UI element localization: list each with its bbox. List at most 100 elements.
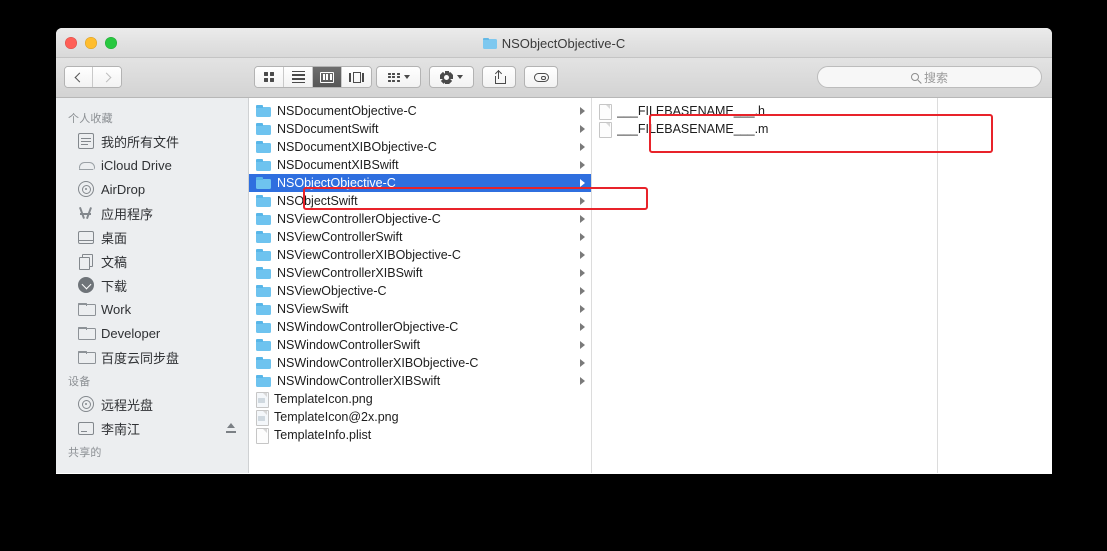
sidebar-item-label: AirDrop xyxy=(101,181,146,197)
folder-icon xyxy=(256,195,271,207)
tags-button[interactable] xyxy=(524,66,558,88)
disclosure-triangle-icon[interactable] xyxy=(580,341,585,349)
disclosure-triangle-icon[interactable] xyxy=(580,125,585,133)
window-title: NSObjectObjective-C xyxy=(56,28,1052,58)
column-view-icon xyxy=(320,71,334,83)
finder-row[interactable]: NSViewControllerObjective-C xyxy=(249,210,591,228)
sidebar-item-Work[interactable]: Work xyxy=(56,297,248,321)
column-view-button[interactable] xyxy=(313,67,342,87)
sidebar-item-下载[interactable]: 下载 xyxy=(56,273,248,297)
finder-row[interactable]: ___FILEBASENAME___.m xyxy=(592,120,937,138)
gallery-view-icon xyxy=(349,71,364,83)
sidebar-item-我的所有文件[interactable]: 我的所有文件 xyxy=(56,129,248,153)
finder-row[interactable]: NSWindowControllerXIBSwift xyxy=(249,372,591,390)
sidebar[interactable]: 个人收藏 我的所有文件 iCloud Drive AirDrop 应用程序 桌面 文稿 下载 W… xyxy=(56,98,249,473)
finder-row[interactable]: NSDocumentObjective-C xyxy=(249,102,591,120)
sidebar-item-label: 百度云同步盘 xyxy=(101,350,180,366)
finder-row-selected[interactable]: NSObjectObjective-C xyxy=(249,174,591,192)
navigation-buttons xyxy=(64,66,122,88)
finder-body: 个人收藏 我的所有文件 iCloud Drive AirDrop 应用程序 桌面 文稿 下载 W… xyxy=(56,98,1052,473)
sidebar-item-百度云同步盘[interactable]: 百度云同步盘 xyxy=(56,345,248,369)
finder-row[interactable]: TemplateIcon.png xyxy=(249,390,591,408)
folder-icon xyxy=(482,37,497,49)
disclosure-triangle-icon[interactable] xyxy=(580,179,585,187)
optical-disc-icon xyxy=(78,396,94,412)
finder-row[interactable]: NSViewControllerXIBObjective-C xyxy=(249,246,591,264)
folder-icon xyxy=(256,213,271,225)
disclosure-triangle-icon[interactable] xyxy=(580,359,585,367)
sidebar-item-Developer[interactable]: Developer xyxy=(56,321,248,345)
disclosure-triangle-icon[interactable] xyxy=(580,107,585,115)
chevron-down-icon xyxy=(403,75,410,79)
sidebar-item-远程光盘[interactable]: 远程光盘 xyxy=(56,392,248,416)
disclosure-triangle-icon[interactable] xyxy=(580,161,585,169)
search-input[interactable]: 搜索 xyxy=(817,66,1042,88)
hard-disk-icon xyxy=(78,422,94,435)
document-file-icon xyxy=(599,104,612,120)
arrange-button[interactable] xyxy=(376,66,421,88)
list-view-button[interactable] xyxy=(284,67,313,87)
finder-row-label: ___FILEBASENAME___.m xyxy=(617,122,769,136)
sidebar-item-文稿[interactable]: 文稿 xyxy=(56,249,248,273)
disclosure-triangle-icon[interactable] xyxy=(580,377,585,385)
disclosure-triangle-icon[interactable] xyxy=(580,197,585,205)
back-button[interactable] xyxy=(65,67,93,87)
icon-view-button[interactable] xyxy=(255,67,284,87)
disclosure-triangle-icon[interactable] xyxy=(580,287,585,295)
finder-row[interactable]: NSDocumentXIBSwift xyxy=(249,156,591,174)
disclosure-triangle-icon[interactable] xyxy=(580,323,585,331)
finder-row[interactable]: NSDocumentXIBObjective-C xyxy=(249,138,591,156)
sidebar-item-iCloud Drive[interactable]: iCloud Drive xyxy=(56,153,248,177)
eject-icon[interactable] xyxy=(226,423,236,433)
finder-row[interactable]: TemplateInfo.plist xyxy=(249,426,591,444)
sidebar-item-桌面[interactable]: 桌面 xyxy=(56,225,248,249)
forward-button[interactable] xyxy=(93,67,121,87)
finder-row-label: NSWindowControllerXIBObjective-C xyxy=(277,356,479,370)
disclosure-triangle-icon[interactable] xyxy=(580,143,585,151)
document-file-icon xyxy=(256,428,269,444)
image-file-icon xyxy=(256,392,269,408)
finder-row[interactable]: NSViewControllerXIBSwift xyxy=(249,264,591,282)
image-file-icon xyxy=(256,410,269,426)
finder-row[interactable]: ___FILEBASENAME___.h xyxy=(592,102,937,120)
gallery-view-button[interactable] xyxy=(342,67,371,87)
finder-row[interactable]: NSWindowControllerSwift xyxy=(249,336,591,354)
finder-row-label: TemplateInfo.plist xyxy=(274,428,372,442)
finder-column-3[interactable] xyxy=(938,98,1052,473)
action-menu-button[interactable] xyxy=(429,66,474,88)
chevron-down-icon xyxy=(457,75,463,79)
folder-icon xyxy=(256,159,271,171)
finder-column-2[interactable]: ___FILEBASENAME___.h ___FILEBASENAME___.m xyxy=(592,98,938,473)
sidebar-item-label: Developer xyxy=(101,325,161,341)
sidebar-item-李南江[interactable]: 李南江 xyxy=(56,416,248,440)
sidebar-item-label: Work xyxy=(101,301,132,317)
finder-row[interactable]: TemplateIcon@2x.png xyxy=(249,408,591,426)
view-mode-buttons xyxy=(254,66,372,88)
finder-row[interactable]: NSWindowControllerXIBObjective-C xyxy=(249,354,591,372)
finder-row[interactable]: NSDocumentSwift xyxy=(249,120,591,138)
finder-row-label: NSObjectObjective-C xyxy=(277,176,396,190)
finder-row[interactable]: NSViewObjective-C xyxy=(249,282,591,300)
sidebar-item-label: 远程光盘 xyxy=(101,397,154,413)
finder-row[interactable]: NSWindowControllerObjective-C xyxy=(249,318,591,336)
disclosure-triangle-icon[interactable] xyxy=(580,305,585,313)
finder-row[interactable]: NSViewControllerSwift xyxy=(249,228,591,246)
folder-icon xyxy=(256,123,271,135)
share-button[interactable] xyxy=(482,66,516,88)
disclosure-triangle-icon[interactable] xyxy=(580,233,585,241)
disclosure-triangle-icon[interactable] xyxy=(580,215,585,223)
sidebar-item-应用程序[interactable]: 应用程序 xyxy=(56,201,248,225)
sidebar-item-AirDrop[interactable]: AirDrop xyxy=(56,177,248,201)
finder-row-label: NSDocumentObjective-C xyxy=(277,104,417,118)
column-browser: NSDocumentObjective-C NSDocumentSwift NSDo… xyxy=(249,98,1052,473)
desktop-icon xyxy=(78,231,94,244)
disclosure-triangle-icon[interactable] xyxy=(580,269,585,277)
disclosure-triangle-icon[interactable] xyxy=(580,251,585,259)
finder-row[interactable]: NSObjectSwift xyxy=(249,192,591,210)
chevron-right-icon xyxy=(101,72,111,82)
finder-row-label: NSDocumentXIBObjective-C xyxy=(277,140,437,154)
finder-row[interactable]: NSViewSwift xyxy=(249,300,591,318)
finder-column-1[interactable]: NSDocumentObjective-C NSDocumentSwift NSDo… xyxy=(249,98,592,473)
finder-row-label: NSObjectSwift xyxy=(277,194,358,208)
share-icon xyxy=(494,69,506,84)
